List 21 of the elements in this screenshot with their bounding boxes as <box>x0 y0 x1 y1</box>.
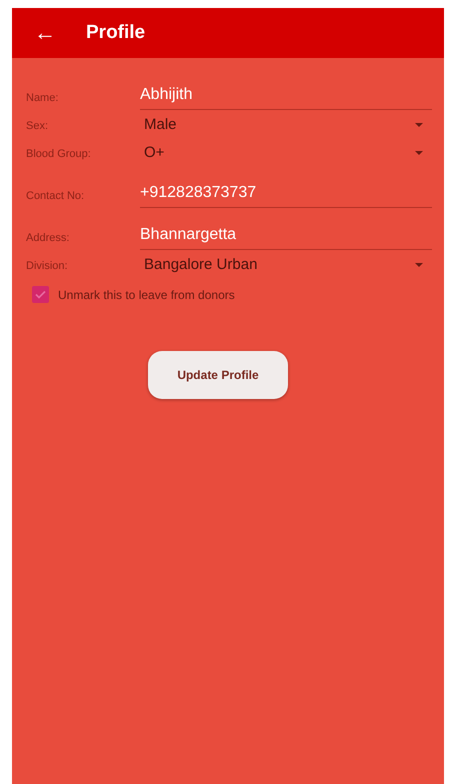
field-label: Address: <box>26 232 70 246</box>
screen-title: Profile <box>86 22 146 44</box>
checkbox-label: Unmark this to leave from donors <box>58 288 235 302</box>
dropdown-arrow-icon <box>414 150 424 156</box>
dropdown[interactable]: Male <box>140 116 432 138</box>
input-field[interactable]: Bhannargetta <box>140 226 432 250</box>
input-field[interactable]: +912828373737 <box>140 184 432 208</box>
dropdown-arrow-icon <box>414 122 424 128</box>
field-label: Sex: <box>26 120 50 134</box>
checkbox[interactable] <box>32 286 49 303</box>
field-label: Contact No: <box>26 190 86 204</box>
back-arrow[interactable]: ← <box>34 22 56 44</box>
field-label: Blood Group: <box>26 148 92 162</box>
dropdown-arrow-icon <box>414 262 424 268</box>
field-label: Division: <box>26 260 69 274</box>
field-label: Name: <box>26 92 60 106</box>
update-profile-button[interactable]: Update Profile <box>148 351 288 399</box>
check-icon <box>35 290 46 299</box>
dropdown[interactable]: Bangalore Urban <box>140 256 432 278</box>
dropdown[interactable]: O+ <box>140 144 432 166</box>
input-field[interactable]: Abhijith <box>140 86 432 110</box>
